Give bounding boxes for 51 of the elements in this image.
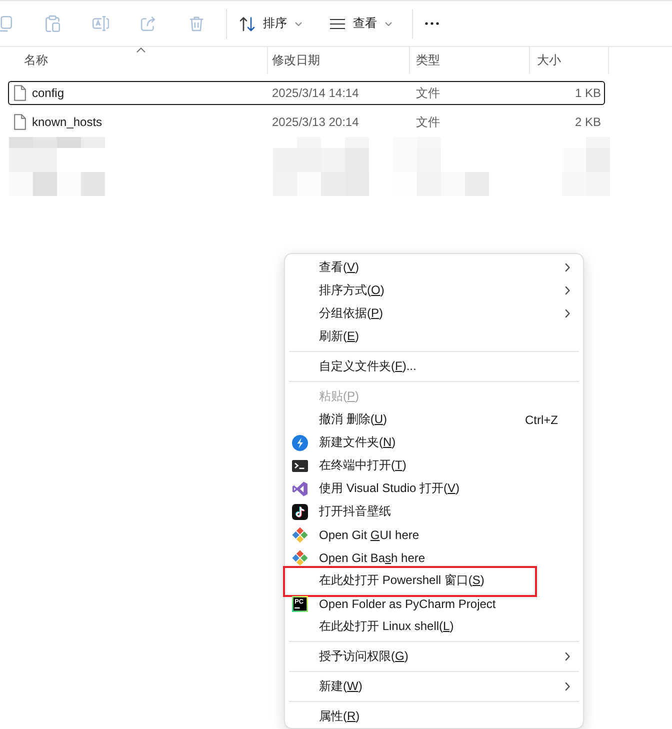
file-row[interactable]: config 2025/3/14 14:14 文件 1 KB — [8, 81, 605, 105]
diamond-cluster-icon — [292, 550, 308, 566]
menu-item[interactable]: 分组依据(P) — [285, 302, 583, 325]
view-dropdown[interactable]: 查看 — [323, 8, 398, 40]
menu-item[interactable]: 打开抖音壁纸 — [285, 500, 583, 523]
column-header[interactable]: 大小 — [530, 47, 609, 74]
file-type: 文件 — [416, 84, 440, 102]
copy-icon — [0, 15, 12, 32]
diamond-cluster-icon — [292, 526, 308, 542]
menu-item[interactable]: 刷新(E) — [285, 325, 583, 348]
trash-icon — [188, 15, 204, 32]
file-name: known_hosts — [32, 115, 102, 129]
sort-dropdown[interactable]: 排序 — [233, 8, 308, 40]
menu-item[interactable]: Open Git GUI here — [285, 523, 583, 546]
share-icon — [140, 15, 156, 32]
file-size: 1 KB — [574, 86, 601, 100]
modified-date: 2025/3/14 14:14 — [272, 86, 359, 100]
modified-date: 2025/3/13 20:14 — [272, 115, 359, 129]
text-field-icon — [92, 15, 108, 32]
column-header[interactable]: 名称 — [8, 47, 268, 74]
terminal-icon — [292, 458, 308, 474]
chevron-down-icon — [295, 22, 302, 26]
bolt-circle-icon — [292, 434, 308, 450]
file-row[interactable]: known_hosts 2025/3/13 20:14 文件 2 KB — [8, 110, 605, 134]
menu-item[interactable]: 授予访问权限(G) — [285, 645, 583, 668]
menu-item[interactable]: 在此处打开 Linux shell(L) — [285, 615, 583, 638]
column-header[interactable]: 修改日期 — [268, 47, 410, 74]
menu-item[interactable]: 撤消 删除(U) Ctrl+Z — [285, 408, 583, 431]
chevron-down-icon — [385, 22, 392, 26]
file-icon — [14, 114, 26, 130]
menu-item[interactable]: Open Git Bash here — [285, 546, 583, 569]
more-icon — [425, 22, 439, 25]
sort-arrows-icon — [239, 16, 256, 32]
file-size: 2 KB — [574, 115, 601, 129]
menu-item[interactable]: 使用 Visual Studio 打开(V) — [285, 477, 583, 500]
menu-item[interactable]: 排序方式(O) — [285, 279, 583, 302]
menu-item[interactable]: 新建(W) — [285, 675, 583, 698]
file-name: config — [32, 86, 64, 100]
menu-item[interactable]: 在终端中打开(T) — [285, 454, 583, 477]
menu-item[interactable]: 自定义文件夹(F)... — [285, 355, 583, 378]
file-icon — [14, 85, 26, 101]
shortcut-text: Ctrl+Z — [525, 412, 558, 426]
menu-item[interactable]: 新建文件夹(N) — [285, 431, 583, 454]
file-type: 文件 — [416, 114, 440, 130]
music-note-icon — [292, 504, 308, 520]
column-header[interactable]: 类型 — [410, 47, 530, 74]
ribbon-logo-icon — [292, 480, 308, 496]
menu-item[interactable]: 查看(V) — [285, 256, 583, 279]
clipboard-icon — [44, 15, 60, 32]
menu-item[interactable]: 在此处打开 Powershell 窗口(S) — [285, 569, 583, 592]
menu-item[interactable]: 属性(R) — [285, 705, 583, 728]
